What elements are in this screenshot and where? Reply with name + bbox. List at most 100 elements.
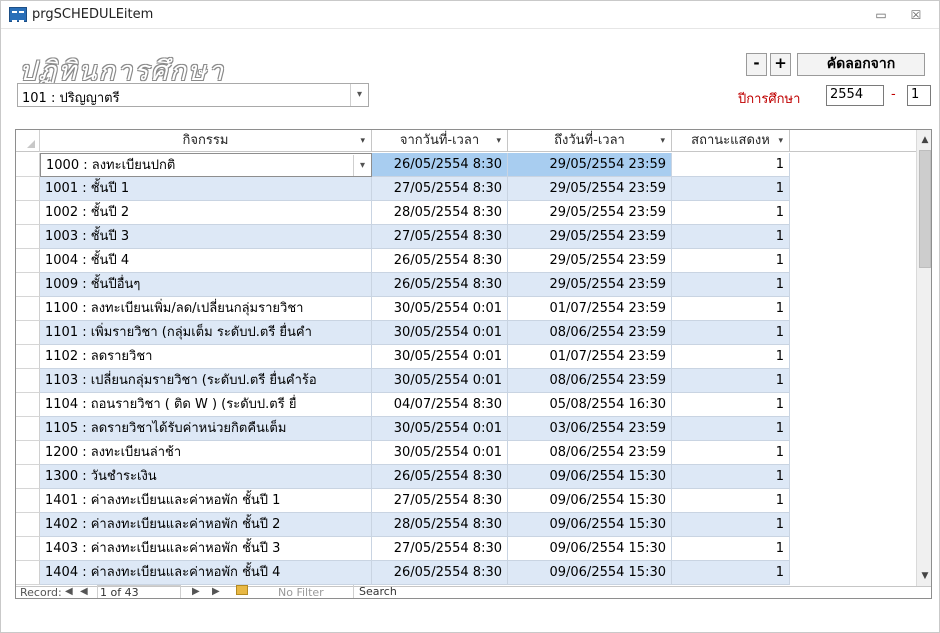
- table-row[interactable]: 1401 : ค่าลงทะเบียนและค่าหอพัก ชั้นปี 1 2…: [16, 489, 916, 513]
- to-datetime-cell[interactable]: 05/08/2554 16:30: [508, 393, 672, 417]
- from-datetime-cell[interactable]: 26/05/2554 8:30: [372, 249, 508, 273]
- from-datetime-cell[interactable]: 30/05/2554 0:01: [372, 321, 508, 345]
- table-row[interactable]: 1004 : ชั้นปี 4 26/05/2554 8:30 29/05/2554…: [16, 249, 916, 273]
- table-row[interactable]: 1002 : ชั้นปี 2 28/05/2554 8:30 29/05/2554…: [16, 201, 916, 225]
- from-datetime-cell[interactable]: 26/05/2554 8:30: [372, 561, 508, 585]
- activity-cell[interactable]: 1104 : ถอนรายวิชา ( ติด W ) (ระดับป.ตรี …: [40, 393, 372, 417]
- vertical-scrollbar[interactable]: ▲ ▼: [916, 130, 931, 586]
- activity-cell[interactable]: 1403 : ค่าลงทะเบียนและค่าหอพัก ชั้นปี 3: [40, 537, 372, 561]
- record-selector[interactable]: [16, 225, 40, 249]
- from-datetime-cell[interactable]: 28/05/2554 8:30: [372, 513, 508, 537]
- column-header-activity[interactable]: กิจกรรม ▾: [40, 130, 372, 152]
- status-cell[interactable]: 1: [672, 561, 790, 585]
- table-row[interactable]: 1003 : ชั้นปี 3 27/05/2554 8:30 29/05/2554…: [16, 225, 916, 249]
- record-selector[interactable]: [16, 177, 40, 201]
- status-cell[interactable]: 1: [672, 153, 790, 177]
- scroll-down-icon[interactable]: ▼: [917, 568, 931, 585]
- record-selector[interactable]: [16, 273, 40, 297]
- activity-cell[interactable]: 1004 : ชั้นปี 4: [40, 249, 372, 273]
- status-cell[interactable]: 1: [672, 225, 790, 249]
- record-selector[interactable]: [16, 369, 40, 393]
- previous-record-icon[interactable]: ◀: [80, 586, 88, 597]
- scroll-up-icon[interactable]: ▲: [917, 132, 931, 149]
- from-datetime-cell[interactable]: 30/05/2554 0:01: [372, 369, 508, 393]
- status-cell[interactable]: 1: [672, 201, 790, 225]
- plus-button[interactable]: +: [770, 53, 791, 76]
- status-cell[interactable]: 1: [672, 417, 790, 441]
- activity-cell[interactable]: 1102 : ลดรายวิชา: [40, 345, 372, 369]
- column-header-to[interactable]: ถึงวันที่-เวลา ▾: [508, 130, 672, 152]
- to-datetime-cell[interactable]: 29/05/2554 23:59: [508, 225, 672, 249]
- chevron-down-icon[interactable]: ▾: [353, 155, 371, 176]
- activity-cell[interactable]: 1103 : เปลี่ยนกลุ่มรายวิชา (ระดับป.ตรี ย…: [40, 369, 372, 393]
- status-cell[interactable]: 1: [672, 465, 790, 489]
- to-datetime-cell[interactable]: 08/06/2554 23:59: [508, 441, 672, 465]
- status-cell[interactable]: 1: [672, 369, 790, 393]
- minus-button[interactable]: -: [746, 53, 767, 76]
- from-datetime-cell[interactable]: 27/05/2554 8:30: [372, 489, 508, 513]
- column-header-from[interactable]: จากวันที่-เวลา ▾: [372, 130, 508, 152]
- activity-cell[interactable]: 1000 : ลงทะเบียนปกติ ▾: [40, 153, 372, 177]
- copy-from-button[interactable]: คัดลอกจาก: [797, 53, 925, 76]
- record-selector[interactable]: [16, 249, 40, 273]
- activity-cell[interactable]: 1105 : ลดรายวิชาได้รับค่าหน่วยกิตคืนเต็ม: [40, 417, 372, 441]
- academic-year-input[interactable]: 2554: [826, 85, 884, 106]
- from-datetime-cell[interactable]: 30/05/2554 0:01: [372, 297, 508, 321]
- status-cell[interactable]: 1: [672, 537, 790, 561]
- no-filter-button[interactable]: No Filter: [278, 586, 324, 598]
- table-row[interactable]: 1009 : ชั้นปีอื่นๆ 26/05/2554 8:30 29/05/2…: [16, 273, 916, 297]
- to-datetime-cell[interactable]: 09/06/2554 15:30: [508, 537, 672, 561]
- status-cell[interactable]: 1: [672, 489, 790, 513]
- minimize-button[interactable]: ▭: [869, 5, 893, 25]
- activity-cell[interactable]: 1300 : วันชำระเงิน: [40, 465, 372, 489]
- activity-cell[interactable]: 1200 : ลงทะเบียนล่าช้า: [40, 441, 372, 465]
- table-row[interactable]: 1102 : ลดรายวิชา 30/05/2554 0:01 01/07/255…: [16, 345, 916, 369]
- from-datetime-cell[interactable]: 26/05/2554 8:30: [372, 465, 508, 489]
- table-row[interactable]: 1300 : วันชำระเงิน 26/05/2554 8:30 09/06/2…: [16, 465, 916, 489]
- table-row[interactable]: 1105 : ลดรายวิชาได้รับค่าหน่วยกิตคืนเต็ม…: [16, 417, 916, 441]
- activity-cell[interactable]: 1009 : ชั้นปีอื่นๆ: [40, 273, 372, 297]
- from-datetime-cell[interactable]: 30/05/2554 0:01: [372, 345, 508, 369]
- table-row[interactable]: 1000 : ลงทะเบียนปกติ ▾ 26/05/2554 8:30 29/0…: [16, 153, 916, 177]
- term-input[interactable]: 1: [907, 85, 931, 106]
- from-datetime-cell[interactable]: 26/05/2554 8:30: [372, 153, 508, 177]
- to-datetime-cell[interactable]: 01/07/2554 23:59: [508, 297, 672, 321]
- status-cell[interactable]: 1: [672, 393, 790, 417]
- column-header-status[interactable]: สถานะแสดงห ▾: [672, 130, 790, 152]
- record-selector[interactable]: [16, 345, 40, 369]
- select-all-corner[interactable]: [16, 130, 40, 152]
- table-row[interactable]: 1101 : เพิ่มรายวิชา (กลุ่มเต็ม ระดับป.ตร…: [16, 321, 916, 345]
- to-datetime-cell[interactable]: 08/06/2554 23:59: [508, 369, 672, 393]
- record-selector[interactable]: [16, 489, 40, 513]
- to-datetime-cell[interactable]: 29/05/2554 23:59: [508, 273, 672, 297]
- record-selector[interactable]: [16, 201, 40, 225]
- record-selector[interactable]: [16, 417, 40, 441]
- record-counter-input[interactable]: 1 of 43: [97, 585, 181, 598]
- to-datetime-cell[interactable]: 29/05/2554 23:59: [508, 201, 672, 225]
- table-row[interactable]: 1403 : ค่าลงทะเบียนและค่าหอพัก ชั้นปี 3 2…: [16, 537, 916, 561]
- table-row[interactable]: 1200 : ลงทะเบียนล่าช้า 30/05/2554 0:01 08/…: [16, 441, 916, 465]
- record-selector[interactable]: [16, 297, 40, 321]
- record-selector[interactable]: [16, 441, 40, 465]
- next-record-icon[interactable]: ▶: [192, 586, 200, 597]
- new-record-icon[interactable]: [236, 585, 248, 595]
- activity-cell[interactable]: 1101 : เพิ่มรายวิชา (กลุ่มเต็ม ระดับป.ตร…: [40, 321, 372, 345]
- status-cell[interactable]: 1: [672, 273, 790, 297]
- sort-dropdown-icon[interactable]: ▾: [778, 130, 783, 152]
- from-datetime-cell[interactable]: 27/05/2554 8:30: [372, 225, 508, 249]
- sort-dropdown-icon[interactable]: ▾: [660, 130, 665, 152]
- activity-cell[interactable]: 1001 : ชั้นปี 1: [40, 177, 372, 201]
- from-datetime-cell[interactable]: 04/07/2554 8:30: [372, 393, 508, 417]
- activity-cell[interactable]: 1404 : ค่าลงทะเบียนและค่าหอพัก ชั้นปี 4: [40, 561, 372, 585]
- close-button[interactable]: ☒: [904, 5, 928, 25]
- from-datetime-cell[interactable]: 30/05/2554 0:01: [372, 441, 508, 465]
- chevron-down-icon[interactable]: ▾: [350, 84, 368, 106]
- status-cell[interactable]: 1: [672, 297, 790, 321]
- to-datetime-cell[interactable]: 09/06/2554 15:30: [508, 513, 672, 537]
- to-datetime-cell[interactable]: 29/05/2554 23:59: [508, 177, 672, 201]
- to-datetime-cell[interactable]: 09/06/2554 15:30: [508, 465, 672, 489]
- to-datetime-cell[interactable]: 03/06/2554 23:59: [508, 417, 672, 441]
- status-cell[interactable]: 1: [672, 513, 790, 537]
- table-row[interactable]: 1404 : ค่าลงทะเบียนและค่าหอพัก ชั้นปี 4 2…: [16, 561, 916, 585]
- search-box[interactable]: Search: [353, 585, 449, 598]
